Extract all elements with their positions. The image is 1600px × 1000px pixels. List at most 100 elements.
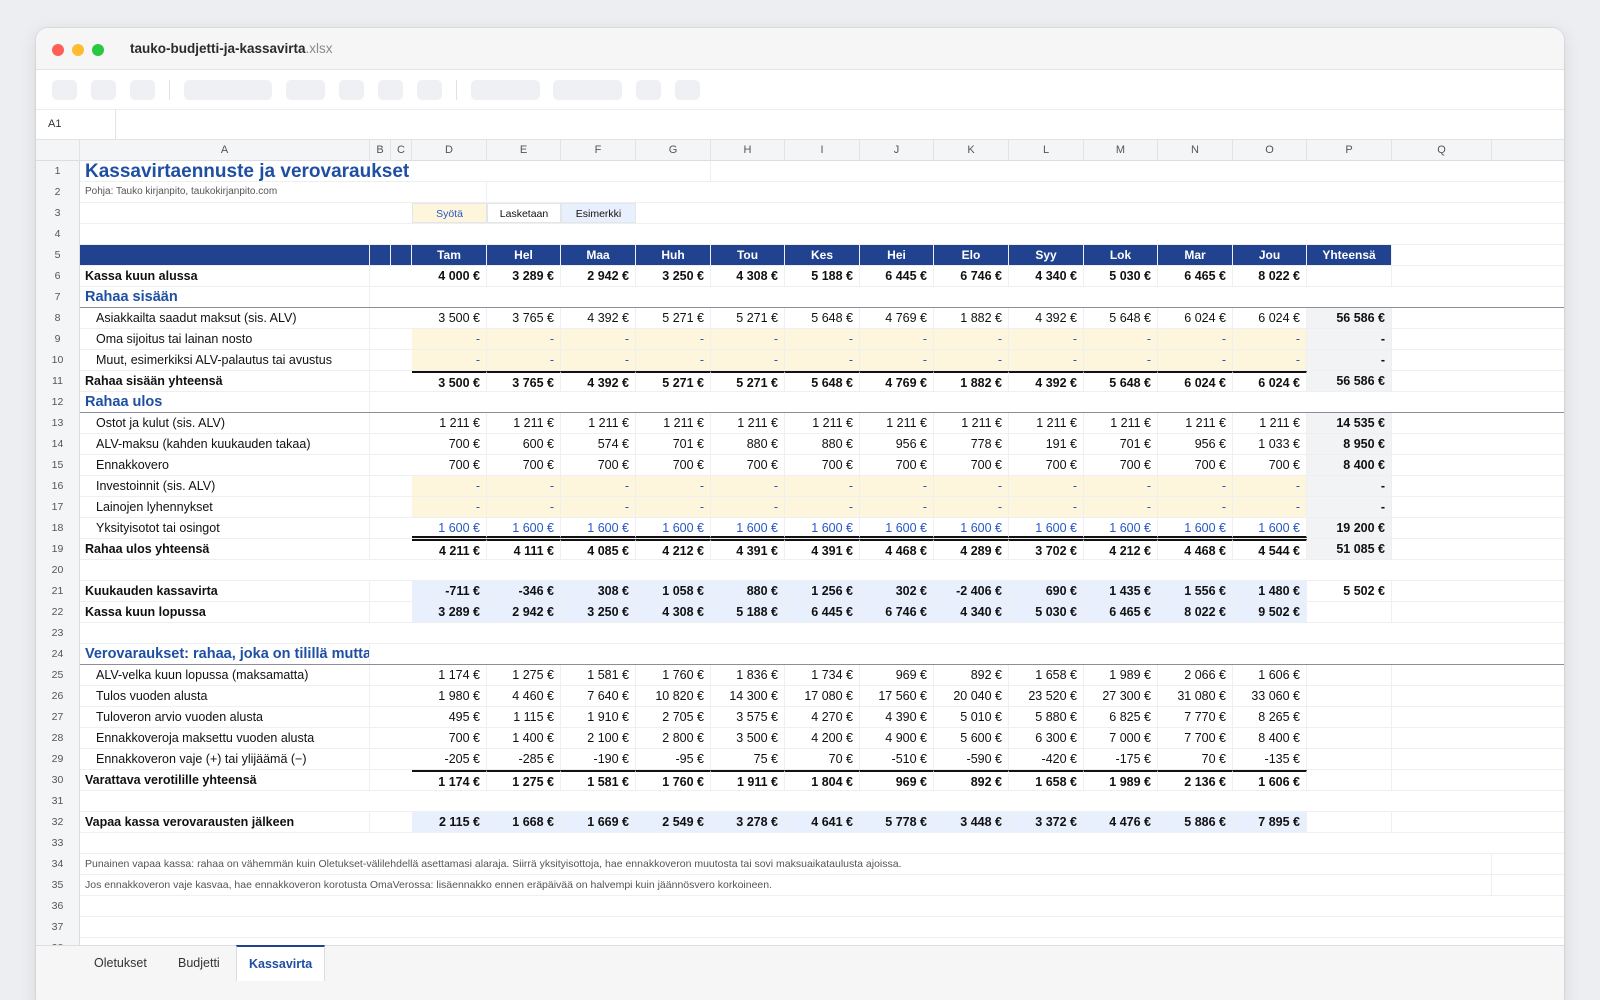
row-label[interactable]: Ennakkoveroja maksettu vuoden alusta xyxy=(80,728,370,748)
value-cell[interactable]: 1 734 € xyxy=(785,665,860,685)
value-cell[interactable]: - xyxy=(636,476,711,496)
value-cell[interactable]: 1 600 € xyxy=(561,518,636,538)
value-cell[interactable]: 1 211 € xyxy=(860,413,934,433)
value-cell[interactable]: 5 010 € xyxy=(934,707,1009,727)
row-number[interactable]: 35 xyxy=(36,875,80,896)
toolbar-button[interactable] xyxy=(91,80,116,100)
value-cell[interactable]: 892 € xyxy=(934,770,1009,790)
toolbar-button[interactable] xyxy=(130,80,155,100)
value-cell[interactable]: 6 465 € xyxy=(1158,266,1233,286)
value-cell[interactable]: - xyxy=(1009,497,1084,517)
column-header-b[interactable]: B xyxy=(370,140,391,161)
value-cell[interactable]: 880 € xyxy=(711,434,785,454)
value-cell[interactable]: 4 641 € xyxy=(785,812,860,832)
row-label[interactable]: Tuloveron arvio vuoden alusta xyxy=(80,707,370,727)
value-cell[interactable]: 700 € xyxy=(636,455,711,475)
value-cell[interactable]: 4 212 € xyxy=(636,539,711,559)
total-cell[interactable]: 8 400 € xyxy=(1307,455,1392,475)
value-cell[interactable]: 4 392 € xyxy=(1009,308,1084,328)
value-cell[interactable]: - xyxy=(1158,350,1233,370)
value-cell[interactable]: 4 211 € xyxy=(412,539,487,559)
row-label[interactable]: Kassa kuun lopussa xyxy=(80,602,370,622)
total-cell[interactable] xyxy=(1307,686,1392,706)
value-cell[interactable]: 1 600 € xyxy=(934,518,1009,538)
value-cell[interactable]: 1 600 € xyxy=(785,518,860,538)
value-cell[interactable]: 495 € xyxy=(412,707,487,727)
value-cell[interactable]: 880 € xyxy=(711,581,785,601)
row-number[interactable]: 11 xyxy=(36,371,80,392)
legend-calculated[interactable]: Lasketaan xyxy=(487,203,561,223)
column-header-h[interactable]: H xyxy=(711,140,785,161)
toolbar-button[interactable] xyxy=(339,80,364,100)
value-cell[interactable]: 3 250 € xyxy=(636,266,711,286)
row-label[interactable]: Lainojen lyhennykset xyxy=(80,497,370,517)
total-cell[interactable]: 8 950 € xyxy=(1307,434,1392,454)
value-cell[interactable]: 700 € xyxy=(934,455,1009,475)
value-cell[interactable]: 700 € xyxy=(785,455,860,475)
value-cell[interactable]: -346 € xyxy=(487,581,561,601)
minimize-window-button[interactable] xyxy=(72,44,84,56)
total-cell[interactable]: - xyxy=(1307,329,1392,349)
value-cell[interactable]: 1 668 € xyxy=(487,812,561,832)
value-cell[interactable]: 3 250 € xyxy=(561,602,636,622)
total-cell[interactable]: 56 586 € xyxy=(1307,308,1392,328)
value-cell[interactable]: 4 390 € xyxy=(860,707,934,727)
value-cell[interactable]: 1 174 € xyxy=(412,770,487,790)
column-header-c[interactable]: C xyxy=(391,140,412,161)
month-header[interactable]: Tou xyxy=(711,245,785,265)
value-cell[interactable]: 1 556 € xyxy=(1158,581,1233,601)
value-cell[interactable]: 17 080 € xyxy=(785,686,860,706)
value-cell[interactable]: 4 468 € xyxy=(1158,539,1233,559)
value-cell[interactable]: 6 465 € xyxy=(1084,602,1158,622)
value-cell[interactable]: 7 640 € xyxy=(561,686,636,706)
row-label[interactable]: Ennakkoveron vaje (+) tai ylijäämä (−) xyxy=(80,749,370,769)
value-cell[interactable]: 956 € xyxy=(860,434,934,454)
value-cell[interactable]: 2 100 € xyxy=(561,728,636,748)
value-cell[interactable]: - xyxy=(1084,497,1158,517)
month-header[interactable]: Jou xyxy=(1233,245,1307,265)
month-header[interactable]: Hei xyxy=(860,245,934,265)
value-cell[interactable]: 6 024 € xyxy=(1233,371,1307,391)
toolbar-button[interactable] xyxy=(286,80,325,100)
row-number[interactable]: 22 xyxy=(36,602,80,623)
value-cell[interactable]: 4 476 € xyxy=(1084,812,1158,832)
row-label[interactable]: ALV-velka kuun lopussa (maksamatta) xyxy=(80,665,370,685)
row-number[interactable]: 12 xyxy=(36,392,80,413)
value-cell[interactable]: 700 € xyxy=(412,455,487,475)
value-cell[interactable]: - xyxy=(860,497,934,517)
row-number[interactable]: 7 xyxy=(36,287,80,308)
row-label[interactable]: Yksityisotot tai osingot xyxy=(80,518,370,538)
value-cell[interactable]: - xyxy=(711,350,785,370)
column-header-n[interactable]: N xyxy=(1158,140,1233,161)
total-cell[interactable] xyxy=(1307,728,1392,748)
value-cell[interactable]: 892 € xyxy=(934,665,1009,685)
value-cell[interactable]: 4 391 € xyxy=(711,539,785,559)
value-cell[interactable]: -205 € xyxy=(412,749,487,769)
value-cell[interactable]: 3 575 € xyxy=(711,707,785,727)
value-cell[interactable]: 4 340 € xyxy=(934,602,1009,622)
total-cell[interactable]: 56 586 € xyxy=(1307,371,1392,391)
value-cell[interactable]: 5 648 € xyxy=(1084,371,1158,391)
value-cell[interactable]: 1 658 € xyxy=(1009,770,1084,790)
value-cell[interactable]: 6 445 € xyxy=(785,602,860,622)
value-cell[interactable]: 700 € xyxy=(412,728,487,748)
value-cell[interactable]: 1 600 € xyxy=(412,518,487,538)
toolbar-dropdown[interactable] xyxy=(184,80,272,100)
value-cell[interactable]: 1 600 € xyxy=(487,518,561,538)
value-cell[interactable]: - xyxy=(412,497,487,517)
value-cell[interactable]: - xyxy=(934,329,1009,349)
value-cell[interactable]: 700 € xyxy=(1009,455,1084,475)
value-cell[interactable]: 2 705 € xyxy=(636,707,711,727)
value-cell[interactable]: 4 900 € xyxy=(860,728,934,748)
value-cell[interactable]: 8 265 € xyxy=(1233,707,1307,727)
value-cell[interactable]: -590 € xyxy=(934,749,1009,769)
value-cell[interactable]: 1 600 € xyxy=(1158,518,1233,538)
value-cell[interactable]: - xyxy=(1084,350,1158,370)
value-cell[interactable]: 700 € xyxy=(412,434,487,454)
value-cell[interactable]: 1 760 € xyxy=(636,770,711,790)
toolbar-button[interactable] xyxy=(636,80,661,100)
value-cell[interactable]: -285 € xyxy=(487,749,561,769)
value-cell[interactable]: 700 € xyxy=(561,455,636,475)
value-cell[interactable]: 70 € xyxy=(1158,749,1233,769)
value-cell[interactable]: 1 211 € xyxy=(561,413,636,433)
